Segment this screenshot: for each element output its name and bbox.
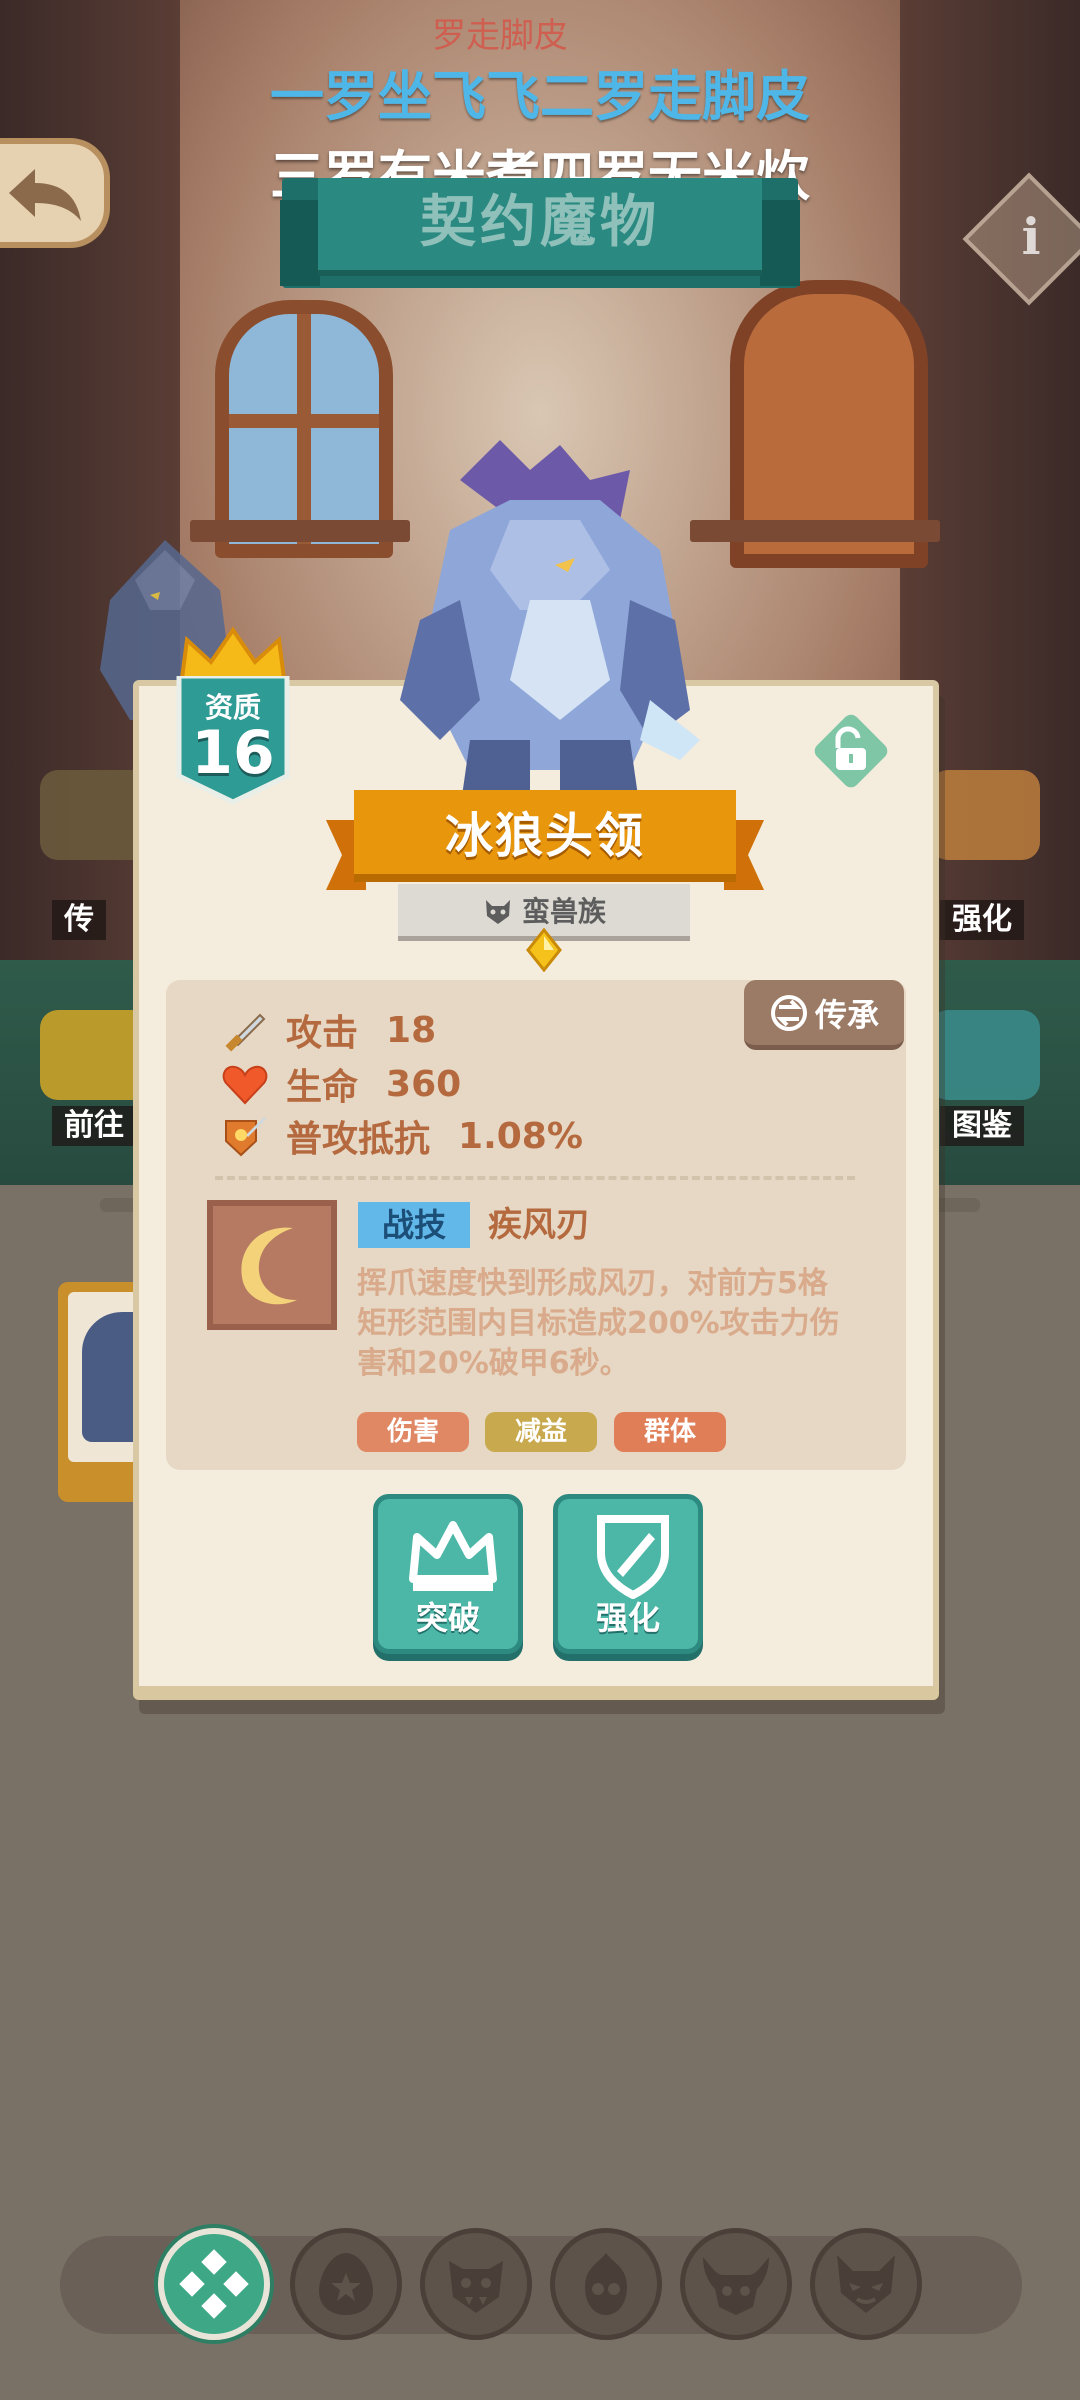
skill-icon[interactable] [207, 1200, 337, 1330]
nav-tab-orc[interactable] [420, 2228, 532, 2340]
left-menu-label-top[interactable]: 传 [52, 900, 106, 940]
race-name: 蛮兽族 [521, 895, 606, 928]
nav-tab-demon[interactable] [810, 2228, 922, 2340]
sword-icon [225, 1013, 266, 1052]
shield-sword-outline-icon [597, 1515, 669, 1599]
crescent-wind-icon [241, 1227, 297, 1305]
tag-group: 群体 [614, 1412, 726, 1452]
stat-health-label: 生命 [286, 1067, 359, 1108]
nav-tab-egg[interactable] [290, 2228, 402, 2340]
panel-bottom-edge [133, 1686, 939, 1700]
back-button[interactable] [0, 138, 110, 248]
flame-skull-icon [585, 2253, 627, 2315]
back-arrow-icon [9, 169, 81, 221]
four-diamond-icon [179, 2249, 249, 2319]
monster-name: 冰狼头领 [444, 808, 645, 864]
horned-skull-icon [703, 2257, 769, 2315]
inherit-icon [770, 994, 807, 1031]
star-egg-icon [319, 2253, 373, 2315]
stat-attack-label: 攻击 [286, 1013, 359, 1054]
stat-resist-label: 普攻抵抗 [286, 1119, 431, 1160]
stat-attack-value: 18 [386, 1009, 437, 1051]
crown-outline-icon [409, 1521, 497, 1591]
breakthrough-label: 突破 [415, 1599, 480, 1637]
stat-attack: 攻击 18 [220, 1004, 436, 1056]
gem-icon [526, 928, 562, 972]
dashed-divider [215, 1176, 855, 1180]
skill-description: 挥爪速度快到形成风刃，对前方5格矩形范围内目标造成200%攻击力伤害和20%破甲… [357, 1266, 840, 1381]
grade-badge: 资质 16 [175, 626, 291, 806]
inherit-button[interactable]: 传承 [744, 980, 904, 1050]
inherit-label: 传承 [814, 995, 879, 1034]
skill-type-badge: 战技 [358, 1202, 470, 1248]
grade-value: 16 [191, 718, 275, 788]
nav-tab-undead[interactable] [550, 2228, 662, 2340]
nav-tab-all[interactable] [158, 2228, 270, 2340]
orc-face-icon [449, 2261, 503, 2313]
right-menu-pic-top[interactable] [930, 770, 1040, 860]
right-menu-label-bottom[interactable]: 图鉴 [940, 1106, 1024, 1146]
info-icon: i [1021, 206, 1041, 266]
title-banner: 契约魔物 [280, 178, 800, 288]
subtitle-line-1: 一罗坐飞飞二罗走脚皮 [270, 65, 810, 128]
tag-debuff: 减益 [485, 1412, 597, 1452]
skill-name: 疾风刃 [488, 1205, 590, 1245]
enhance-label: 强化 [595, 1599, 660, 1637]
right-shelf [690, 520, 940, 542]
shield-sword-icon [225, 1117, 266, 1157]
stat-health-value: 360 [386, 1063, 462, 1105]
right-menu-pic-bottom[interactable] [930, 1010, 1040, 1100]
stat-health: 生命 360 [220, 1058, 461, 1110]
demon-face-icon [837, 2255, 895, 2313]
breakthrough-button[interactable]: 突破 [373, 1494, 523, 1654]
nav-tab-horned[interactable] [680, 2228, 792, 2340]
right-menu-label-top[interactable]: 强化 [940, 900, 1024, 940]
subtitle-faded: 罗走脚皮 [432, 16, 568, 56]
beast-face-icon [485, 900, 510, 924]
tag-damage: 伤害 [357, 1412, 469, 1452]
heart-icon [222, 1065, 268, 1105]
ice-wolf-chieftain-figure [400, 440, 700, 810]
stat-resist-value: 1.08% [458, 1115, 583, 1157]
page-title: 契约魔物 [420, 190, 660, 255]
left-menu-label-bottom[interactable]: 前往 [52, 1106, 136, 1146]
enhance-button[interactable]: 强化 [553, 1494, 703, 1654]
stat-resist: 普攻抵抗 1.08% [220, 1110, 583, 1162]
unlock-icon[interactable] [810, 710, 892, 792]
